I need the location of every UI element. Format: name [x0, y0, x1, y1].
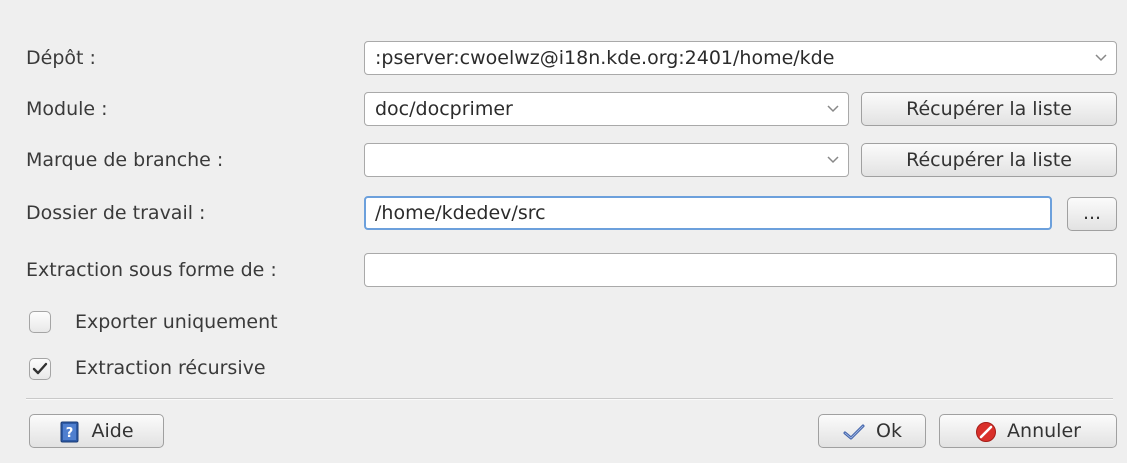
workdir-value: /home/kdedev/src	[375, 202, 546, 224]
module-combobox[interactable]: doc/docprimer	[364, 92, 849, 126]
checkout-as-input[interactable]	[364, 253, 1117, 287]
help-button[interactable]: ? Aide	[29, 414, 164, 448]
svg-text:?: ?	[66, 426, 74, 441]
module-fetch-label: Récupérer la liste	[906, 98, 1072, 120]
branch-label: Marque de branche :	[26, 142, 223, 178]
ok-button[interactable]: Ok	[818, 414, 926, 448]
depot-value: :pserver:cwoelwz@i18n.kde.org:2401/home/…	[375, 47, 835, 69]
chevron-down-icon	[827, 156, 839, 164]
module-fetch-list-button[interactable]: Récupérer la liste	[861, 92, 1117, 126]
browse-label: ...	[1082, 202, 1102, 224]
ok-label: Ok	[876, 420, 902, 442]
checkout-as-label-text: Extraction sous forme de :	[26, 259, 277, 281]
help-book-icon: ?	[60, 421, 79, 442]
branch-label-text: Marque de branche :	[26, 149, 224, 171]
chevron-down-icon	[1095, 54, 1107, 62]
module-label: Module :	[26, 91, 108, 127]
separator	[26, 398, 1113, 400]
module-value: doc/docprimer	[375, 98, 513, 120]
recursive-checkbox[interactable]	[29, 358, 51, 380]
cancel-label: Annuler	[1007, 420, 1081, 442]
branch-fetch-list-button[interactable]: Récupérer la liste	[861, 143, 1117, 177]
workdir-input[interactable]: /home/kdedev/src	[364, 196, 1052, 230]
module-label-text: Module :	[26, 98, 108, 120]
workdir-label-text: Dossier de travail :	[26, 202, 206, 224]
checkmark-icon	[843, 424, 865, 439]
depot-combobox[interactable]: :pserver:cwoelwz@i18n.kde.org:2401/home/…	[364, 41, 1117, 75]
export-only-checkbox[interactable]	[29, 311, 51, 333]
branch-fetch-label: Récupérer la liste	[906, 149, 1072, 171]
recursive-label[interactable]: Extraction récursive	[75, 350, 266, 386]
checkmark-icon	[32, 362, 48, 375]
help-label: Aide	[91, 420, 134, 442]
checkout-as-label: Extraction sous forme de :	[26, 252, 277, 288]
depot-label: Dépôt :	[26, 40, 96, 76]
export-only-label-text: Exporter uniquement	[75, 311, 278, 333]
branch-combobox[interactable]	[364, 143, 849, 177]
export-only-label[interactable]: Exporter uniquement	[75, 304, 278, 340]
recursive-label-text: Extraction récursive	[75, 357, 266, 379]
cancel-button[interactable]: Annuler	[939, 414, 1117, 448]
chevron-down-icon	[827, 105, 839, 113]
workdir-label: Dossier de travail :	[26, 195, 205, 231]
cancel-icon	[976, 421, 997, 442]
depot-label-text: Dépôt :	[26, 47, 96, 69]
workdir-browse-button[interactable]: ...	[1067, 197, 1117, 231]
